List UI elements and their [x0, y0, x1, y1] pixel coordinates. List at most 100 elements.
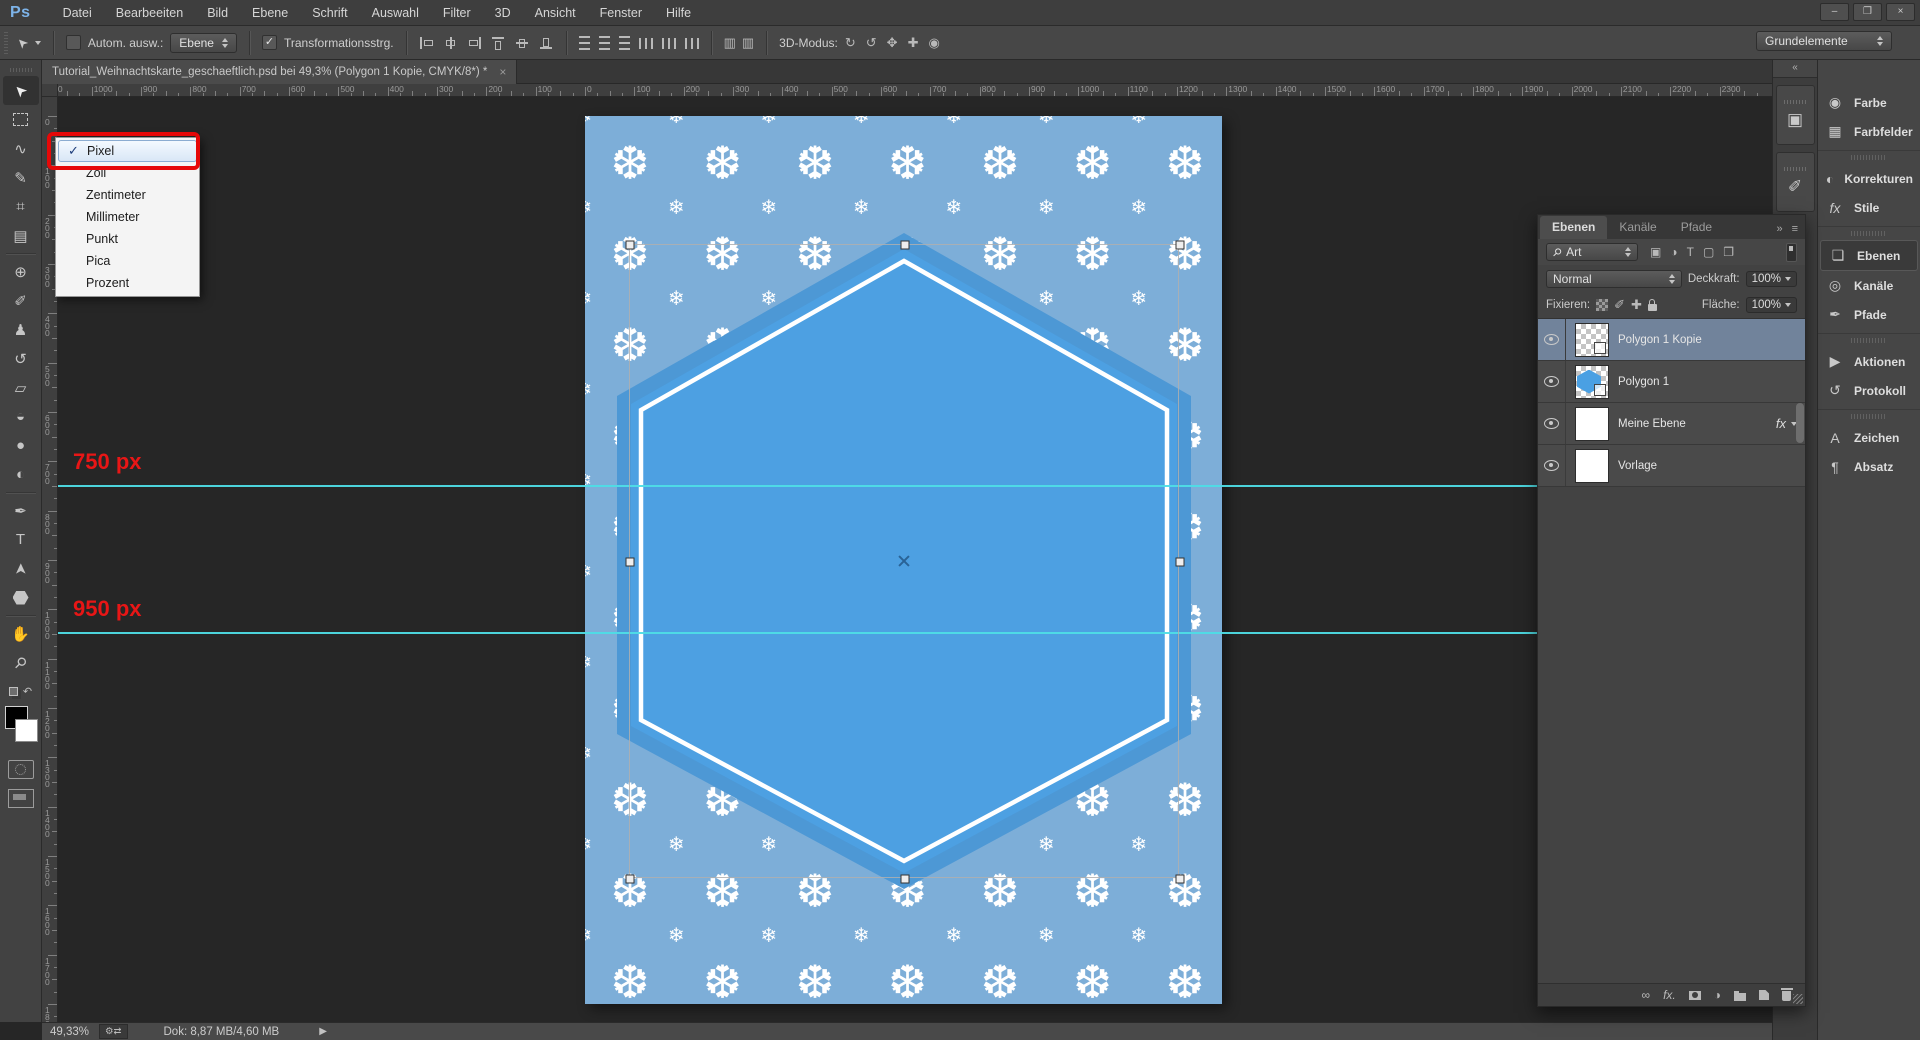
auto-select-checkbox[interactable]: [66, 35, 81, 50]
lasso-tool[interactable]: ∿: [3, 134, 39, 163]
clone-stamp-tool[interactable]: ♟: [3, 315, 39, 344]
filter-kind-icon-0[interactable]: ▣: [1650, 245, 1661, 259]
minimize-button[interactable]: –: [1820, 3, 1849, 21]
filter-kind-icon-1[interactable]: ◑: [1670, 245, 1677, 259]
eye-icon[interactable]: [1544, 418, 1559, 429]
dock-button-farbfelder[interactable]: ▦Farbfelder: [1818, 117, 1920, 146]
auto-select-target-dropdown[interactable]: Ebene: [170, 33, 237, 53]
zoom-level-field[interactable]: 49,33%: [50, 1026, 89, 1038]
menu-ansicht[interactable]: Ansicht: [523, 6, 588, 20]
path-selection-tool[interactable]: ➤: [3, 554, 39, 583]
context-menu-item-zoll[interactable]: Zoll: [56, 162, 199, 184]
context-menu-item-pica[interactable]: Pica: [56, 250, 199, 272]
delete-layer-icon[interactable]: [1782, 991, 1791, 1001]
dock-button-protokoll[interactable]: ↺Protokoll: [1818, 376, 1920, 405]
menu-datei[interactable]: Datei: [51, 6, 104, 20]
distribute-horizontal-centers-icon[interactable]: [662, 38, 676, 49]
transform-handle[interactable]: [626, 875, 635, 884]
new-layer-icon[interactable]: [1759, 990, 1769, 1000]
history-brush-tool[interactable]: ↺: [3, 344, 39, 373]
transform-handle[interactable]: [1176, 241, 1185, 250]
restore-button[interactable]: ❐: [1853, 3, 1882, 21]
align-top-edges-icon[interactable]: [491, 36, 506, 50]
dock-button-stile[interactable]: fxStile: [1818, 193, 1920, 222]
quick-mask-button[interactable]: [8, 760, 34, 779]
distribute-vertical-spacing-icon[interactable]: ▥: [742, 35, 754, 51]
hand-tool[interactable]: ✋: [3, 619, 39, 648]
menu-3d[interactable]: 3D: [483, 6, 523, 20]
link-layers-icon[interactable]: ∞: [1642, 988, 1651, 1002]
layer-row-vorlage[interactable]: Vorlage: [1538, 445, 1805, 487]
distribute-horizontal-spacing-icon[interactable]: ▥: [724, 35, 736, 51]
filter-kind-icon-2[interactable]: T: [1687, 245, 1694, 259]
align-right-edges-icon[interactable]: [467, 36, 482, 50]
3d-drag-icon[interactable]: ✥: [887, 35, 898, 51]
paint-bucket-tool[interactable]: ◒: [3, 402, 39, 431]
panel-resize-grip[interactable]: [1793, 994, 1803, 1004]
collapse-dock-icon[interactable]: «: [1773, 60, 1817, 78]
swap-colors-icon[interactable]: ↶: [9, 685, 32, 698]
lock-paint-icon[interactable]: ✐: [1614, 297, 1625, 313]
3d-rotate-icon[interactable]: ↻: [845, 35, 856, 51]
transform-handle[interactable]: [626, 558, 635, 567]
panel-tab-ebenen[interactable]: Ebenen: [1540, 216, 1607, 239]
move-tool[interactable]: ➤: [3, 76, 39, 105]
lock-transparency-icon[interactable]: [1596, 299, 1608, 311]
eye-icon[interactable]: [1544, 376, 1559, 387]
eye-icon[interactable]: [1544, 460, 1559, 471]
align-vertical-centers-icon[interactable]: [515, 36, 530, 50]
collapse-panel-icon[interactable]: »: [1776, 223, 1782, 235]
tool-preset-dropdown-icon[interactable]: [35, 41, 41, 45]
panel-menu-icon[interactable]: ≡: [1792, 223, 1798, 235]
context-menu-item-millimeter[interactable]: Millimeter: [56, 206, 199, 228]
filter-toggle-switch[interactable]: [1786, 243, 1797, 262]
filter-kind-icon-3[interactable]: ▢: [1703, 245, 1714, 259]
lock-all-icon[interactable]: [1648, 304, 1657, 311]
blur-tool[interactable]: ●: [3, 431, 39, 460]
screen-mode-button[interactable]: [8, 789, 34, 808]
context-menu-item-pixel[interactable]: ✓Pixel: [58, 140, 197, 162]
3d-camera-icon[interactable]: ◉: [928, 35, 939, 51]
eye-icon[interactable]: [1544, 334, 1559, 345]
panel-tab-pfade[interactable]: Pfade: [1669, 216, 1724, 239]
panel-3d[interactable]: ▣: [1776, 85, 1815, 145]
context-menu-item-zentimeter[interactable]: Zentimeter: [56, 184, 199, 206]
blend-mode-dropdown[interactable]: Normal: [1546, 270, 1682, 288]
layer-thumbnail[interactable]: [1575, 449, 1609, 483]
context-menu-item-prozent[interactable]: Prozent: [56, 272, 199, 294]
dock-button-pfade[interactable]: ✒Pfade: [1818, 300, 1920, 329]
3d-roll-icon[interactable]: ↺: [866, 35, 877, 51]
foreground-background-colors[interactable]: [2, 706, 40, 748]
brush-tool[interactable]: ✐: [3, 286, 39, 315]
align-horizontal-centers-icon[interactable]: [443, 36, 458, 50]
transform-handle[interactable]: [901, 241, 910, 250]
eraser-tool[interactable]: ▱: [3, 373, 39, 402]
menu-filter[interactable]: Filter: [431, 6, 483, 20]
status-options-icon[interactable]: ⚙⇄: [99, 1024, 127, 1039]
new-group-icon[interactable]: [1734, 993, 1746, 1001]
align-left-edges-icon[interactable]: [419, 36, 434, 50]
opacity-field[interactable]: 100%: [1746, 271, 1797, 287]
layer-thumbnail[interactable]: [1575, 407, 1609, 441]
distribute-bottom-edges-icon[interactable]: [619, 36, 630, 50]
ruler-tool[interactable]: ▤: [3, 221, 39, 250]
menu-fenster[interactable]: Fenster: [588, 6, 654, 20]
background-color-swatch[interactable]: [15, 719, 38, 742]
dock-button-korrekturen[interactable]: ◐Korrekturen: [1818, 164, 1920, 193]
dock-button-ebenen[interactable]: ❏Ebenen: [1820, 240, 1918, 271]
status-menu-arrow-icon[interactable]: ▶: [319, 1026, 327, 1037]
layer-row-polygon-1-kopie[interactable]: Polygon 1 Kopie: [1538, 319, 1805, 361]
menu-bild[interactable]: Bild: [195, 6, 240, 20]
quick-selection-tool[interactable]: ✎: [3, 163, 39, 192]
visibility-cell[interactable]: [1538, 361, 1566, 402]
menu-schrift[interactable]: Schrift: [300, 6, 359, 20]
menu-ebene[interactable]: Ebene: [240, 6, 300, 20]
filter-kind-icon-4[interactable]: ❐: [1723, 245, 1734, 259]
tab-close-icon[interactable]: ×: [499, 65, 506, 79]
context-menu-item-punkt[interactable]: Punkt: [56, 228, 199, 250]
zoom-tool[interactable]: ⚲: [3, 648, 39, 677]
layer-style-icon[interactable]: fx.: [1663, 988, 1676, 1002]
3d-slide-icon[interactable]: ✚: [908, 35, 919, 51]
fill-field[interactable]: 100%: [1746, 297, 1797, 313]
lock-position-icon[interactable]: ✚: [1631, 297, 1642, 313]
